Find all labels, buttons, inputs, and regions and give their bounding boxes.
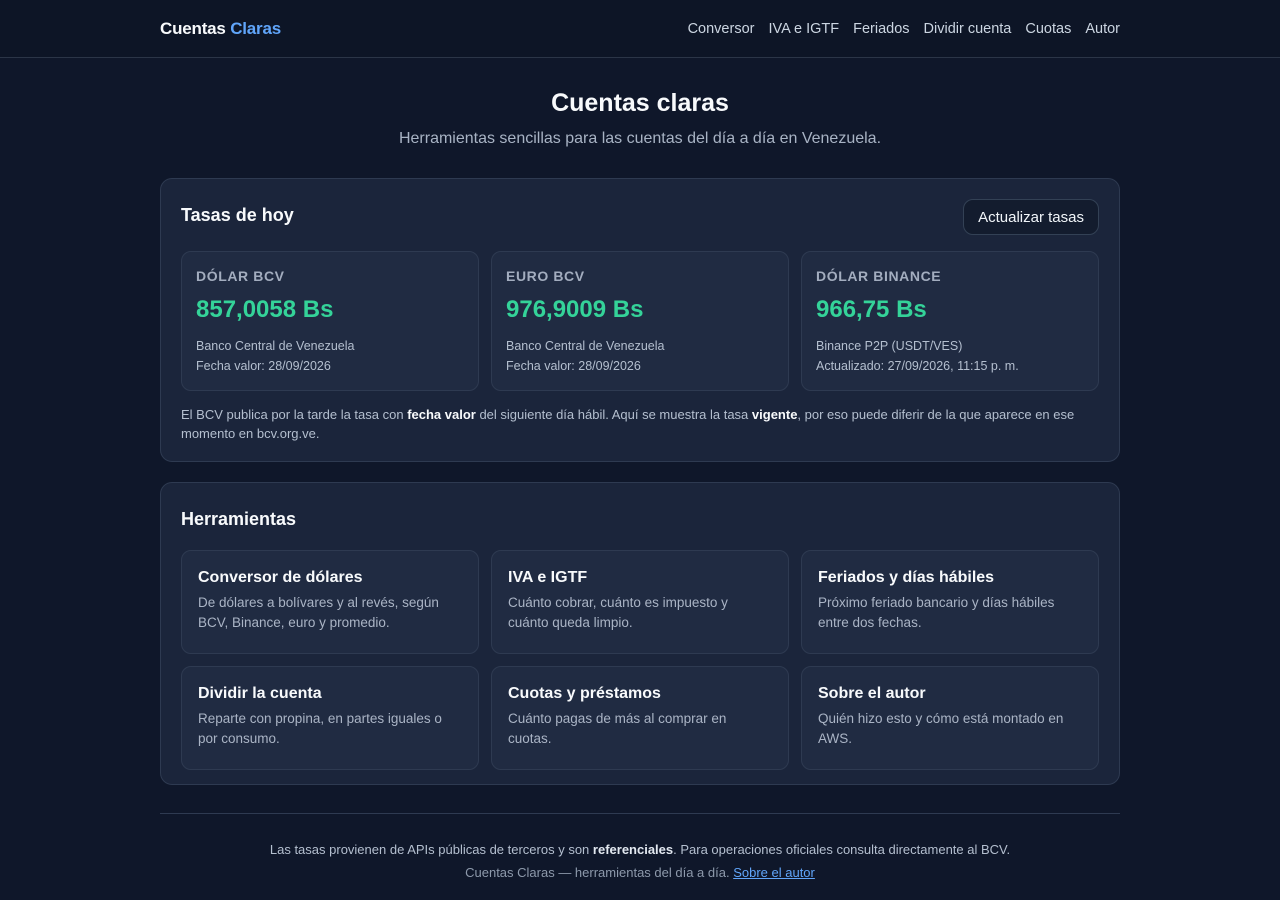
tool-description: Quién hizo esto y cómo está montado en A… xyxy=(818,711,1064,746)
brand-name: Cuentas xyxy=(160,18,226,38)
nav-link-conversor[interactable]: Conversor xyxy=(688,21,755,37)
footer-credits-text: Cuentas Claras — herramientas del día a … xyxy=(465,865,734,880)
tool-title: Dividir la cuenta xyxy=(198,685,322,702)
refresh-rates-button[interactable]: Actualizar tasas xyxy=(963,199,1099,235)
tool-title: IVA e IGTF xyxy=(508,569,588,586)
footer-author-link[interactable]: Sobre el autor xyxy=(733,865,815,880)
footer-disclaimer: Las tasas provienen de APIs públicas de … xyxy=(160,838,1120,861)
rates-note: El BCV publica por la tarde la tasa con … xyxy=(181,405,1099,443)
rate-card-euro-bcv: EURO BCV 976,9009 Bs Banco Central de Ve… xyxy=(491,251,789,391)
brand-name-accent: Claras xyxy=(230,18,281,38)
tool-card-conversor[interactable]: Conversor de dólares De dólares a bolíva… xyxy=(181,550,479,654)
rate-label: EURO BCV xyxy=(506,268,585,284)
tool-description: Cuánto pagas de más al comprar en cuotas… xyxy=(508,711,727,746)
nav-link-dividir-cuenta[interactable]: Dividir cuenta xyxy=(924,21,1012,37)
tool-description: Próximo feriado bancario y días hábiles … xyxy=(818,595,1055,630)
page-title: Cuentas claras xyxy=(551,89,729,117)
tools-panel-title: Herramientas xyxy=(181,509,297,529)
main-content: Cuentas claras Herramientas sencillas pa… xyxy=(160,58,1120,884)
footer-text: Las tasas provienen de APIs públicas de … xyxy=(269,842,593,857)
top-nav-bar: Cuentas Claras Conversor IVA e IGTF Feri… xyxy=(0,0,1280,58)
tool-title: Sobre el autor xyxy=(818,685,926,702)
rates-note-text: del siguiente día hábil. Aquí se muestra… xyxy=(475,407,752,422)
main-nav: Conversor IVA e IGTF Feriados Dividir cu… xyxy=(688,21,1120,37)
rates-panel: Tasas de hoy Actualizar tasas DÓLAR BCV … xyxy=(160,178,1120,462)
tool-title: Conversor de dólares xyxy=(198,569,363,586)
brand-logo[interactable]: Cuentas Claras xyxy=(160,19,281,39)
rate-source: Banco Central de Venezuela xyxy=(506,339,665,353)
tool-card-cuotas[interactable]: Cuotas y préstamos Cuánto pagas de más a… xyxy=(491,666,789,770)
tool-card-feriados[interactable]: Feriados y días hábiles Próximo feriado … xyxy=(801,550,1099,654)
rates-note-emphasis: vigente xyxy=(751,407,798,422)
hero-section: Cuentas claras Herramientas sencillas pa… xyxy=(160,58,1120,148)
rate-value: 966,75 Bs xyxy=(816,296,927,323)
rate-value: 976,9009 Bs xyxy=(506,296,644,323)
page-footer: Las tasas provienen de APIs públicas de … xyxy=(160,813,1120,884)
tool-title: Feriados y días hábiles xyxy=(818,569,995,586)
tool-title: Cuotas y préstamos xyxy=(508,685,661,702)
rates-note-emphasis: fecha valor xyxy=(407,407,476,422)
tool-description: Cuánto cobrar, cuánto es impuesto y cuán… xyxy=(508,595,728,630)
nav-link-feriados[interactable]: Feriados xyxy=(853,21,909,37)
rates-note-text: El BCV publica por la tarde la tasa con xyxy=(181,407,408,422)
tool-description: De dólares a bolívares y al revés, según… xyxy=(198,595,439,630)
nav-link-iva-igtf[interactable]: IVA e IGTF xyxy=(768,21,839,37)
rate-cards: DÓLAR BCV 857,0058 Bs Banco Central de V… xyxy=(181,251,1099,391)
rate-value: 857,0058 Bs xyxy=(196,296,334,323)
rate-card-dolar-bcv: DÓLAR BCV 857,0058 Bs Banco Central de V… xyxy=(181,251,479,391)
rates-panel-title: Tasas de hoy xyxy=(181,205,294,225)
tool-card-autor[interactable]: Sobre el autor Quién hizo esto y cómo es… xyxy=(801,666,1099,770)
nav-link-autor[interactable]: Autor xyxy=(1085,21,1120,37)
rate-source: Binance P2P (USDT/VES) xyxy=(816,339,963,353)
nav-link-cuotas[interactable]: Cuotas xyxy=(1025,21,1071,37)
tool-card-dividir-cuenta[interactable]: Dividir la cuenta Reparte con propina, e… xyxy=(181,666,479,770)
tool-cards: Conversor de dólares De dólares a bolíva… xyxy=(181,550,1099,770)
footer-credits: Cuentas Claras — herramientas del día a … xyxy=(160,861,1120,884)
rate-label: DÓLAR BCV xyxy=(196,268,285,284)
tool-card-iva-igtf[interactable]: IVA e IGTF Cuánto cobrar, cuánto es impu… xyxy=(491,550,789,654)
rate-date: Fecha valor: 28/09/2026 xyxy=(196,359,331,373)
rate-date: Fecha valor: 28/09/2026 xyxy=(506,359,641,373)
tool-description: Reparte con propina, en partes iguales o… xyxy=(198,711,442,746)
footer-emphasis: referenciales xyxy=(592,842,674,857)
page-subtitle: Herramientas sencillas para las cuentas … xyxy=(398,130,882,147)
rate-source: Banco Central de Venezuela xyxy=(196,339,355,353)
footer-text: . Para operaciones oficiales consulta di… xyxy=(673,842,1011,857)
tools-panel: Herramientas Conversor de dólares De dól… xyxy=(160,482,1120,785)
rate-label: DÓLAR BINANCE xyxy=(816,268,942,284)
rate-date: Actualizado: 27/09/2026, 11:15 p. m. xyxy=(816,359,1019,373)
rate-card-dolar-binance: DÓLAR BINANCE 966,75 Bs Binance P2P (USD… xyxy=(801,251,1099,391)
